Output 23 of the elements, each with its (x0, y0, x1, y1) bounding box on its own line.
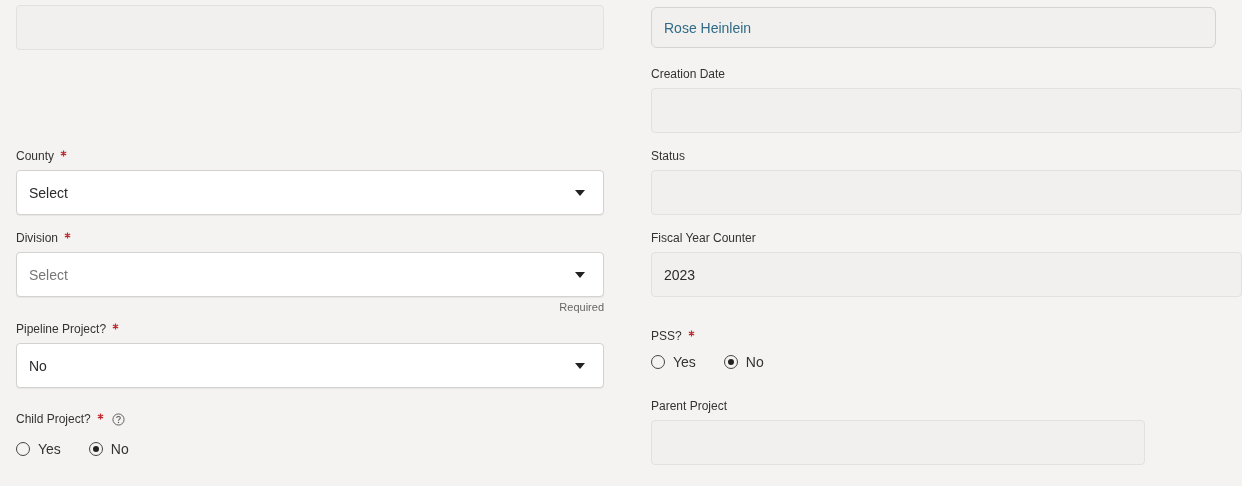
radio-option[interactable]: No (723, 354, 764, 370)
readonly-field: 2023 (651, 252, 1242, 297)
field-label: Division (16, 231, 58, 245)
field-label: Status (651, 149, 686, 163)
field-label: Fiscal Year Counter (651, 231, 756, 245)
radio-option[interactable]: No (88, 441, 129, 457)
caret-icon (575, 271, 585, 278)
field-label: Creation Date (651, 67, 726, 81)
radio-option[interactable]: Yes (16, 441, 61, 457)
select-field[interactable]: No (16, 343, 604, 388)
radio-option[interactable]: Yes (651, 354, 696, 370)
field-label: Child Project? (16, 412, 91, 426)
field-label: Pipeline Project? (16, 322, 107, 336)
helper-text: Required (558, 301, 604, 313)
field-label: County (16, 149, 55, 163)
caret-icon (575, 362, 585, 369)
select-field[interactable]: Select (16, 252, 604, 297)
field-label: PSS? (651, 329, 682, 343)
select-field[interactable]: Select (16, 170, 604, 215)
field-label: Parent Project (651, 399, 728, 413)
readonly-field: Rose Heinlein (651, 7, 1216, 48)
help-icon[interactable] (111, 412, 125, 426)
caret-icon (575, 189, 585, 196)
